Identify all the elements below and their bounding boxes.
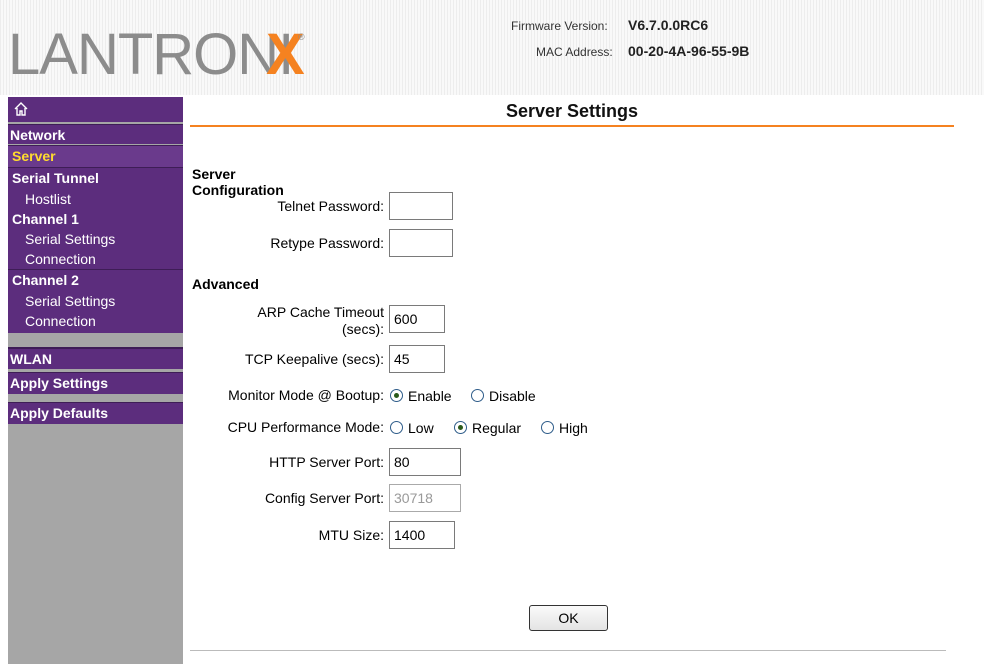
monitor-enable-radio[interactable] bbox=[390, 389, 403, 402]
sidebar-item-channel-2[interactable]: Channel 2 bbox=[8, 269, 183, 291]
firmware-label: Firmware Version: bbox=[511, 19, 608, 33]
svg-text:LANTRONI: LANTRONI bbox=[8, 22, 293, 86]
sidebar-item-server[interactable]: Server bbox=[8, 145, 183, 167]
server-configuration-heading: Server Configuration bbox=[192, 166, 284, 198]
cpu-high-label: High bbox=[559, 420, 588, 436]
home-icon[interactable] bbox=[13, 101, 29, 117]
sidebar-item-ch1-connection[interactable]: Connection bbox=[8, 249, 183, 269]
sidebar-item-network[interactable]: Network bbox=[8, 124, 183, 144]
cpu-low-label: Low bbox=[408, 420, 434, 436]
sidebar-item-channel-1[interactable]: Channel 1 bbox=[8, 209, 183, 229]
tcp-keepalive-label: TCP Keepalive (secs): bbox=[244, 351, 384, 367]
sidebar-item-ch2-serial-settings[interactable]: Serial Settings bbox=[8, 291, 183, 311]
monitor-disable-label: Disable bbox=[489, 388, 536, 404]
svg-text:®: ® bbox=[298, 32, 305, 42]
firmware-value: V6.7.0.0RC6 bbox=[628, 17, 709, 33]
mtu-size-label: MTU Size: bbox=[318, 527, 384, 543]
sidebar-item-ch2-connection[interactable]: Connection bbox=[8, 311, 183, 333]
config-server-port-input bbox=[389, 484, 461, 512]
retype-password-input[interactable] bbox=[389, 229, 453, 257]
monitor-enable-label: Enable bbox=[408, 388, 452, 404]
lantronix-logo: LANTRONI X ® bbox=[8, 22, 305, 86]
mac-value: 00-20-4A-96-55-9B bbox=[628, 43, 750, 59]
config-server-port-label: Config Server Port: bbox=[264, 490, 384, 506]
ok-button[interactable]: OK bbox=[529, 605, 608, 631]
http-server-port-input[interactable] bbox=[389, 448, 461, 476]
sidebar-item-ch1-serial-settings[interactable]: Serial Settings bbox=[8, 229, 183, 249]
sidebar-item-serial-tunnel[interactable]: Serial Tunnel bbox=[8, 167, 183, 189]
sidebar-nav: Network Server Serial Tunnel Hostlist Ch… bbox=[8, 97, 183, 664]
bottom-divider bbox=[190, 650, 946, 651]
sidebar-item-wlan[interactable]: WLAN bbox=[8, 347, 183, 369]
mac-label: MAC Address: bbox=[536, 45, 613, 59]
retype-password-label: Retype Password: bbox=[270, 235, 384, 251]
arp-cache-timeout-label: ARP Cache Timeout bbox=[257, 304, 384, 320]
tcp-keepalive-input[interactable] bbox=[389, 345, 445, 373]
sidebar-item-apply-settings[interactable]: Apply Settings bbox=[8, 372, 183, 394]
telnet-password-input[interactable] bbox=[389, 192, 453, 220]
title-divider bbox=[190, 125, 954, 127]
monitor-disable-radio[interactable] bbox=[471, 389, 484, 402]
arp-cache-timeout-input[interactable] bbox=[389, 305, 445, 333]
mtu-size-input[interactable] bbox=[389, 521, 455, 549]
cpu-performance-label: CPU Performance Mode: bbox=[227, 419, 384, 435]
http-server-port-label: HTTP Server Port: bbox=[269, 454, 384, 470]
arp-cache-timeout-units: (secs): bbox=[342, 321, 384, 337]
cpu-regular-radio[interactable] bbox=[454, 421, 467, 434]
sidebar-item-hostlist[interactable]: Hostlist bbox=[8, 189, 183, 209]
cpu-high-radio[interactable] bbox=[541, 421, 554, 434]
page-header: LANTRONI X ® Firmware Version: V6.7.0.0R… bbox=[0, 0, 984, 95]
page-title: Server Settings bbox=[505, 101, 639, 121]
cpu-low-radio[interactable] bbox=[390, 421, 403, 434]
home-bar[interactable] bbox=[8, 97, 183, 122]
cpu-regular-label: Regular bbox=[472, 420, 522, 436]
telnet-password-label: Telnet Password: bbox=[277, 198, 384, 214]
advanced-heading: Advanced bbox=[192, 276, 259, 292]
monitor-mode-label: Monitor Mode @ Bootup: bbox=[228, 387, 384, 403]
sidebar-item-apply-defaults[interactable]: Apply Defaults bbox=[8, 402, 183, 424]
